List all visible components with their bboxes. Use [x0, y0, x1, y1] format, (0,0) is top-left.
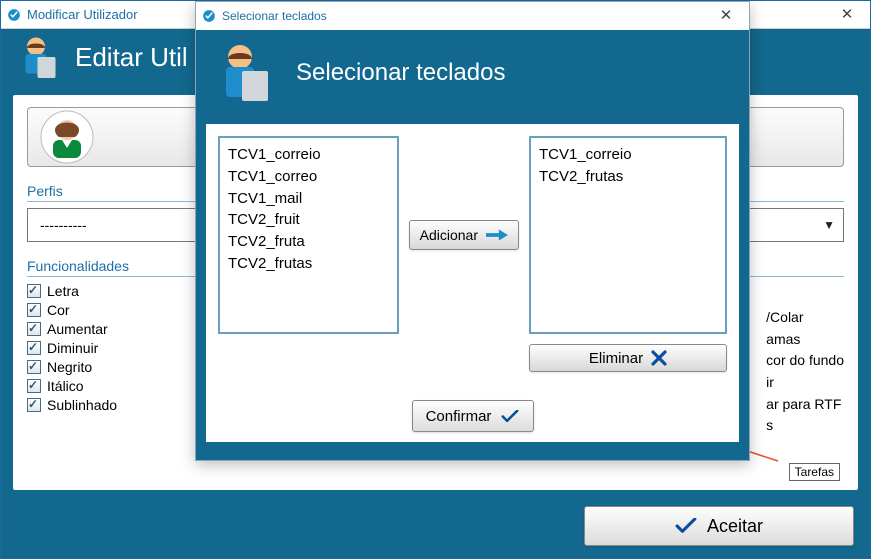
dual-listbox: TCV1_correioTCV1_correoTCV1_mailTCV2_fru… [218, 136, 727, 372]
checkbox-label: Sublinhado [47, 397, 117, 413]
func-checkbox-diminuir[interactable]: Diminuir [27, 340, 117, 356]
list-item[interactable]: TCV1_correo [228, 166, 389, 188]
modal-header: Selecionar teclados [196, 30, 749, 116]
list-item[interactable]: TCV2_fruta [228, 231, 389, 253]
func-checkbox-aumentar[interactable]: Aumentar [27, 321, 117, 337]
func-label-fragment: ir [766, 372, 844, 394]
accept-button[interactable]: Aceitar [584, 506, 854, 546]
accept-label: Aceitar [707, 516, 763, 537]
add-button[interactable]: Adicionar [409, 220, 519, 250]
tarefas-button[interactable]: Tarefas [789, 463, 840, 481]
list-item[interactable]: TCV2_frutas [228, 253, 389, 275]
remove-button[interactable]: Eliminar [529, 344, 727, 372]
funcionalidades-right-col: /Colaramascor do fundoirar para RTFs [766, 307, 844, 437]
confirm-button[interactable]: Confirmar [412, 400, 534, 432]
parent-close-button[interactable]: ✕ [830, 5, 864, 25]
parent-window: Modificar Utilizador ✕ Editar Util [0, 0, 871, 559]
modal-window-title: Selecionar teclados [222, 9, 327, 23]
modal-content-panel: TCV1_correioTCV1_correoTCV1_mailTCV2_fru… [206, 124, 739, 442]
checkbox-icon [27, 360, 41, 374]
checkbox-icon [27, 322, 41, 336]
check-icon [675, 518, 697, 534]
func-checkbox-sublinhado[interactable]: Sublinhado [27, 397, 117, 413]
perfis-value: ---------- [40, 217, 87, 233]
list-item[interactable]: TCV2_frutas [539, 166, 717, 188]
remove-label: Eliminar [589, 350, 643, 367]
arrow-right-icon [486, 228, 508, 242]
user-avatar-icon [214, 41, 278, 105]
func-label-fragment: amas [766, 329, 844, 351]
checkbox-label: Itálico [47, 378, 84, 394]
add-label: Adicionar [420, 227, 478, 243]
func-checkbox-letra[interactable]: Letra [27, 283, 117, 299]
user-avatar-icon [15, 33, 63, 81]
check-icon [501, 410, 519, 423]
modal-body: TCV1_correioTCV1_correoTCV1_mailTCV2_fru… [196, 116, 749, 460]
checkbox-icon [27, 303, 41, 317]
checkbox-label: Letra [47, 283, 79, 299]
list-item[interactable]: TCV1_correio [539, 144, 717, 166]
func-label-fragment: /Colar [766, 307, 844, 329]
list-item[interactable]: TCV2_fruit [228, 209, 389, 231]
func-label-fragment: s [766, 415, 844, 437]
chevron-down-icon: ▼ [823, 218, 835, 232]
parent-header-title: Editar Util [75, 42, 188, 73]
list-item[interactable]: TCV1_mail [228, 188, 389, 210]
func-label-fragment: ar para RTF [766, 394, 844, 416]
list-item[interactable]: TCV1_correio [228, 144, 389, 166]
selected-listbox[interactable]: TCV1_correioTCV2_frutas [529, 136, 727, 334]
app-icon [202, 9, 216, 23]
checkbox-label: Aumentar [47, 321, 108, 337]
func-checkbox-negrito[interactable]: Negrito [27, 359, 117, 375]
x-icon [651, 350, 667, 366]
checkbox-label: Diminuir [47, 340, 98, 356]
modal-close-button[interactable]: ✕ [709, 6, 743, 26]
modal-titlebar: Selecionar teclados ✕ [196, 2, 749, 30]
func-checkbox-itálico[interactable]: Itálico [27, 378, 117, 394]
avatar-image [40, 110, 94, 164]
checkbox-icon [27, 341, 41, 355]
checkbox-icon [27, 379, 41, 393]
app-icon [7, 8, 21, 22]
available-listbox[interactable]: TCV1_correioTCV1_correoTCV1_mailTCV2_fru… [218, 136, 399, 334]
func-checkbox-cor[interactable]: Cor [27, 302, 117, 318]
func-label-fragment: cor do fundo [766, 350, 844, 372]
modal-header-title: Selecionar teclados [296, 59, 505, 87]
checkbox-icon [27, 284, 41, 298]
checkbox-label: Negrito [47, 359, 92, 375]
modal-window: Selecionar teclados ✕ Selecionar teclado… [195, 1, 750, 461]
checkbox-label: Cor [47, 302, 70, 318]
confirm-label: Confirmar [426, 408, 492, 425]
checkbox-icon [27, 398, 41, 412]
accept-bar: Aceitar [584, 506, 854, 546]
parent-window-title: Modificar Utilizador [27, 7, 138, 22]
transfer-buttons: Adicionar [409, 136, 519, 334]
